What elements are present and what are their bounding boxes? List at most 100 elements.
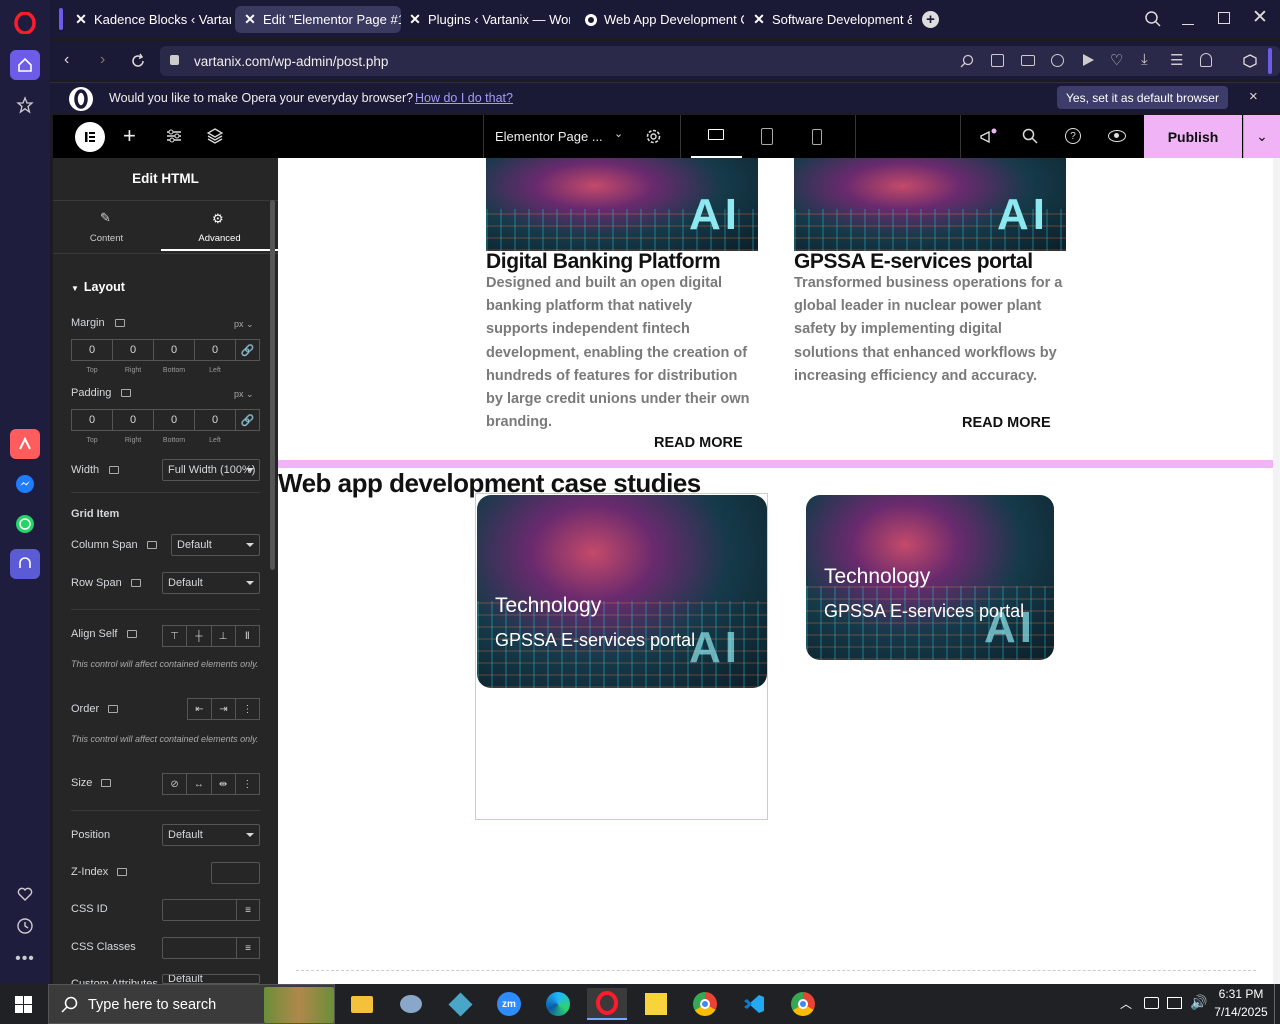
css-classes-input[interactable] xyxy=(162,937,237,959)
sticky-notes-icon[interactable] xyxy=(636,988,676,1020)
clock-time[interactable]: 6:31 PM xyxy=(1212,987,1270,1001)
case-card-1[interactable]: AI Technology GPSSA E-services portal xyxy=(477,495,767,688)
tab-kadence-blocks[interactable]: ✕ Kadence Blocks ‹ Vartanix xyxy=(66,6,231,33)
zindex-input[interactable] xyxy=(211,862,260,884)
width-select[interactable]: Full Width (100%) xyxy=(162,459,260,481)
tray-volume-icon[interactable]: 🔊 xyxy=(1190,994,1207,1011)
align-stretch-icon[interactable]: Ⅱ xyxy=(236,626,259,646)
margin-top-input[interactable]: 0 xyxy=(71,339,113,361)
chrome-profile-icon[interactable] xyxy=(783,988,823,1020)
tab-edit-elementor-page[interactable]: ✕Edit "Elementor Page #100 xyxy=(235,6,401,33)
extensions-icon[interactable] xyxy=(1236,48,1264,74)
opera-taskbar-icon[interactable] xyxy=(587,988,627,1020)
block-icon[interactable] xyxy=(1051,54,1064,67)
position-select[interactable]: Default xyxy=(162,824,260,846)
notifications-megaphone-icon[interactable] xyxy=(979,128,997,149)
canvas-scrollbar[interactable] xyxy=(1273,158,1280,984)
size-none-icon[interactable]: ⊘ xyxy=(163,774,188,794)
add-element-icon[interactable]: + xyxy=(123,123,136,149)
case-card-2[interactable]: AI Technology GPSSA E-services portal xyxy=(806,495,1054,660)
download-icon[interactable]: ⤓ xyxy=(1141,51,1148,68)
minimize-icon[interactable] xyxy=(1182,12,1196,26)
dynamic-tags-icon[interactable]: ≡ xyxy=(236,937,260,959)
windows-start-icon[interactable] xyxy=(15,996,32,1016)
padding-unit-select[interactable]: px ⌄ xyxy=(234,389,254,400)
css-id-input[interactable] xyxy=(162,899,237,921)
history-icon[interactable] xyxy=(10,911,40,941)
card-title-digital-banking[interactable]: Digital Banking Platform xyxy=(486,250,721,274)
camera-icon[interactable] xyxy=(1021,55,1035,66)
structure-layers-icon[interactable] xyxy=(206,128,224,147)
column-span-select[interactable]: Default xyxy=(171,534,260,556)
layout-section-toggle[interactable]: ▼ Layout xyxy=(71,280,125,294)
find-icon[interactable] xyxy=(960,54,974,71)
reload-icon[interactable] xyxy=(130,53,146,72)
margin-left-input[interactable]: 0 xyxy=(194,339,236,361)
publish-options-chevron-icon[interactable]: ⌄ xyxy=(1243,115,1280,158)
forward-icon[interactable]: › xyxy=(100,51,105,69)
file-explorer-icon[interactable] xyxy=(342,988,382,1020)
star-icon[interactable] xyxy=(10,90,40,120)
help-icon[interactable]: ? xyxy=(1065,128,1081,144)
margin-right-input[interactable]: 0 xyxy=(112,339,154,361)
align-start-icon[interactable]: ⊤ xyxy=(163,626,188,646)
tab-plugins[interactable]: ✕ Plugins ‹ Vartanix — Word xyxy=(400,6,570,33)
heart-icon[interactable] xyxy=(10,879,40,909)
read-more-link[interactable]: READ MORE xyxy=(654,435,743,451)
whatsapp-icon[interactable] xyxy=(10,509,40,539)
tab-content[interactable]: ✎ Content xyxy=(53,201,160,251)
size-more-icon[interactable]: ⋮ xyxy=(236,774,259,794)
margin-bottom-input[interactable]: 0 xyxy=(153,339,195,361)
opera-logo-icon[interactable] xyxy=(10,8,40,38)
show-desktop-button[interactable] xyxy=(1274,984,1275,1024)
padding-top-input[interactable]: 0 xyxy=(71,409,113,431)
size-grow-icon[interactable]: ↔ xyxy=(187,774,212,794)
padding-bottom-input[interactable]: 0 xyxy=(153,409,195,431)
clock-date[interactable]: 7/14/2025 xyxy=(1212,1005,1270,1019)
order-end-icon[interactable]: ⇥ xyxy=(212,699,236,719)
tab-advanced[interactable]: ⚙ Advanced xyxy=(161,201,278,251)
row-span-select[interactable]: Default xyxy=(162,572,260,594)
tray-chevron-up-icon[interactable]: ︿ xyxy=(1120,995,1132,1012)
edit-icon[interactable] xyxy=(991,54,1004,67)
url-box[interactable]: vartanix.com/wp-admin/post.php ♡ ⤓ ☰ xyxy=(160,46,1280,76)
aria-icon[interactable] xyxy=(10,429,40,459)
order-start-icon[interactable]: ⇤ xyxy=(188,699,212,719)
padding-right-input[interactable]: 0 xyxy=(112,409,154,431)
desktop-view-icon[interactable] xyxy=(691,115,742,158)
read-more-link[interactable]: READ MORE xyxy=(962,415,1051,431)
heart-bookmark-icon[interactable]: ♡ xyxy=(1110,51,1123,69)
align-end-icon[interactable]: ⊥ xyxy=(212,626,236,646)
search-icon[interactable] xyxy=(1022,128,1038,147)
card-title-gpssa[interactable]: GPSSA E-services portal xyxy=(794,250,1033,274)
order-more-icon[interactable]: ⋮ xyxy=(236,699,259,719)
new-tab-plus-icon[interactable]: + xyxy=(922,11,939,28)
profile-icon[interactable] xyxy=(1200,53,1212,67)
zoom-icon[interactable]: zm xyxy=(489,988,529,1020)
align-center-icon[interactable]: ┼ xyxy=(187,626,212,646)
app-weather-icon[interactable] xyxy=(391,988,431,1020)
app-diamond-icon[interactable] xyxy=(440,988,480,1020)
back-icon[interactable]: ‹ xyxy=(64,51,69,69)
close-window-icon[interactable]: ✕ xyxy=(1252,6,1268,29)
restore-icon[interactable] xyxy=(1218,12,1230,24)
add-section-dropzone[interactable] xyxy=(296,970,1256,984)
link-values-icon[interactable]: 🔗 xyxy=(235,409,260,431)
taskbar-search-box[interactable]: Type here to search xyxy=(48,984,335,1024)
site-settings-icon[interactable] xyxy=(166,128,182,147)
set-default-button[interactable]: Yes, set it as default browser xyxy=(1057,86,1228,109)
tab-web-app-development[interactable]: Web App Development C xyxy=(576,6,744,33)
chrome-icon[interactable] xyxy=(685,988,725,1020)
edge-icon[interactable] xyxy=(538,988,578,1020)
messenger-icon[interactable] xyxy=(10,469,40,499)
url-text[interactable]: vartanix.com/wp-admin/post.php xyxy=(194,54,388,69)
size-shrink-icon[interactable]: ⇹ xyxy=(212,774,236,794)
link-values-icon[interactable]: 🔗 xyxy=(235,339,260,361)
dynamic-tags-icon[interactable]: ≡ xyxy=(236,899,260,921)
panel-scrollbar[interactable] xyxy=(270,200,275,570)
home-icon[interactable] xyxy=(10,50,40,80)
music-player-icon[interactable] xyxy=(10,549,40,579)
how-do-i-link[interactable]: How do I do that? xyxy=(415,91,513,105)
page-selector[interactable]: Elementor Page ... ⌄ xyxy=(483,115,638,158)
tray-battery-icon[interactable] xyxy=(1144,997,1159,1009)
